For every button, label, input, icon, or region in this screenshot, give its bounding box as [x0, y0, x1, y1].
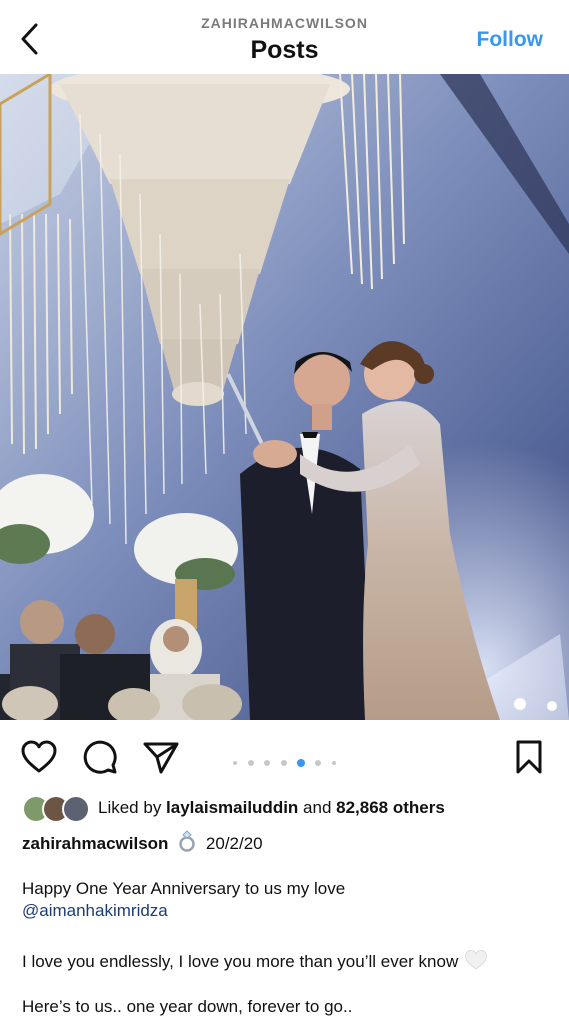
- liker-avatars: [22, 794, 92, 823]
- avatar: [62, 795, 90, 823]
- likes-row[interactable]: Liked by laylaismailuddin and 82,868 oth…: [22, 794, 552, 823]
- follow-button[interactable]: Follow: [477, 28, 544, 52]
- caption-line: I love you endlessly, I love you more th…: [22, 949, 488, 976]
- carousel-dot-active: [296, 758, 305, 767]
- caption-line: Here’s to us.. one year down, forever to…: [22, 997, 353, 1016]
- likes-prefix: Liked by: [98, 798, 167, 817]
- carousel-indicator: [0, 754, 569, 767]
- likes-text: Liked by laylaismailuddin and 82,868 oth…: [98, 798, 445, 818]
- carousel-dot: [280, 759, 287, 766]
- caption-username[interactable]: zahirahmacwilson: [22, 834, 168, 853]
- caption-header: zahirahmacwilson 20/2/20: [22, 830, 263, 857]
- carousel-dot: [233, 760, 238, 765]
- caption-line: Happy One Year Anniversary to us my love: [22, 879, 346, 898]
- liker-username[interactable]: laylaismailuddin: [166, 798, 298, 817]
- likes-middle: and: [298, 798, 337, 817]
- white-heart-emoji-icon: [464, 949, 488, 976]
- carousel-dot: [315, 759, 322, 766]
- ring-emoji-icon: [177, 830, 197, 857]
- carousel-dot: [264, 759, 271, 766]
- post-photo[interactable]: [0, 74, 569, 720]
- likes-count[interactable]: 82,868 others: [336, 798, 445, 817]
- carousel-dot: [247, 759, 254, 766]
- caption-mention[interactable]: @aimanhakimridza: [22, 901, 168, 921]
- carousel-dot: [331, 760, 336, 765]
- top-bar: ZAHIRAHMACWILSON Posts Follow: [0, 0, 569, 74]
- caption-text: I love you endlessly, I love you more th…: [22, 952, 459, 971]
- bookmark-icon: [516, 740, 542, 774]
- caption-date: 20/2/20: [205, 834, 263, 853]
- save-button[interactable]: [510, 738, 548, 776]
- post-action-bar: [0, 720, 569, 792]
